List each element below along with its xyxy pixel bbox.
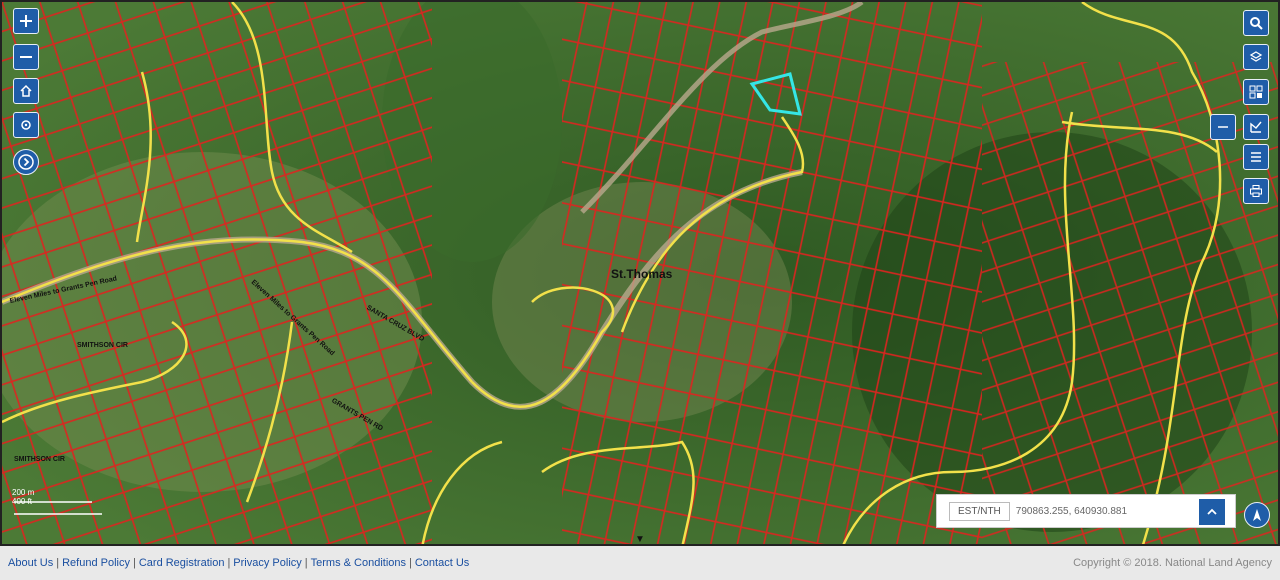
zoom-in-icon: [20, 15, 32, 27]
minus-icon: [1218, 126, 1228, 128]
road-label: SMITHSON CIR: [14, 456, 65, 463]
footer-link-about[interactable]: About Us: [8, 557, 53, 569]
zoom-out-icon: [20, 56, 32, 58]
zoom-out-button[interactable]: [13, 44, 39, 70]
search-icon: [1250, 17, 1263, 30]
place-label-st-thomas: St.Thomas: [611, 267, 673, 281]
locate-icon: [21, 120, 31, 130]
copyright: Copyright © 2018. National Land Agency: [1073, 557, 1272, 569]
search-button[interactable]: [1243, 10, 1269, 36]
separator: |: [56, 557, 60, 569]
measure-icon: [1250, 121, 1262, 133]
expand-button[interactable]: [13, 149, 39, 175]
scale-top-label: 200 m: [12, 488, 35, 497]
home-icon: [20, 84, 32, 97]
footer-link-contact[interactable]: Contact Us: [415, 557, 469, 569]
collapse-panel-arrow[interactable]: ▼: [635, 534, 645, 545]
road-label: SMITHSON CIR: [77, 342, 128, 349]
zoom-in-button[interactable]: [13, 8, 39, 34]
locate-button[interactable]: [13, 112, 39, 138]
basemap-icon: [1249, 85, 1263, 99]
chevron-right-icon: [18, 154, 34, 170]
print-icon: [1250, 185, 1262, 197]
chevron-up-icon: [1207, 508, 1217, 515]
basemap-button[interactable]: [1243, 79, 1269, 105]
scale-bottom-label: 400 ft: [12, 497, 33, 506]
list-button[interactable]: [1243, 144, 1269, 170]
scale-bar: 200 m 400 ft: [12, 488, 34, 506]
coordinate-system-label[interactable]: EST/NTH: [949, 501, 1010, 521]
footer-links: About Us | Refund Policy | Card Registration…: [8, 557, 469, 569]
north-arrow-button[interactable]: [1244, 502, 1270, 528]
separator: |: [132, 557, 136, 569]
coordinate-readout: EST/NTH 790863.255, 640930.881: [936, 494, 1236, 528]
layers-icon: [1249, 51, 1263, 62]
coordinate-value: 790863.255, 640930.881: [1015, 505, 1128, 517]
print-button[interactable]: [1243, 178, 1269, 204]
coordinate-toggle-button[interactable]: [1199, 499, 1225, 525]
separator: |: [304, 557, 308, 569]
north-arrow-icon: [1253, 509, 1261, 521]
footer: About Us | Refund Policy | Card Registration…: [0, 548, 1280, 580]
footer-link-refund[interactable]: Refund Policy: [62, 557, 130, 569]
separator: |: [409, 557, 412, 569]
collapse-tools-button[interactable]: [1210, 114, 1236, 140]
layers-button[interactable]: [1243, 44, 1269, 70]
measure-button[interactable]: [1243, 114, 1269, 140]
home-button[interactable]: [13, 78, 39, 104]
footer-link-privacy[interactable]: Privacy Policy: [233, 557, 301, 569]
footer-link-card-registration[interactable]: Card Registration: [139, 557, 225, 569]
map-canvas[interactable]: St.Thomas Eleven Miles to Grants Pen Roa…: [0, 0, 1280, 546]
separator: |: [227, 557, 231, 569]
list-icon: [1251, 152, 1261, 162]
footer-link-terms[interactable]: Terms & Conditions: [311, 557, 406, 569]
